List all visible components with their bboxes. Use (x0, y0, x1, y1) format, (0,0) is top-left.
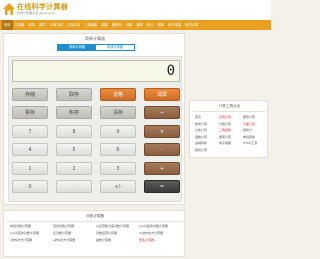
logarithm-panel: 对数计算器 常用对数计算器 自然对数计算器 以任意数为底对数计算器 以2为底的对数计算… (3, 210, 185, 257)
calculator-body: 0 存储 取存 退格 清屏累存 积存 清存 ÷ 7 8 9 × 4 5 6- 1 2 3 +0. +/- = (8, 56, 182, 202)
logarithm-link[interactable]: 对数运算计算器 (96, 231, 139, 235)
logarithm-link[interactable]: 10的N次方计算器 (139, 231, 182, 235)
nav-item[interactable]: 立体几何 (65, 20, 82, 30)
site-header: 在线科学计算器 科学计算器大全 jisuanqi.la (0, 0, 271, 20)
logarithm-link[interactable]: 指数计算器 (96, 238, 139, 242)
logarithm-link[interactable]: 自然对数计算器 (53, 224, 96, 228)
sidebar-link[interactable]: 图形计算 (243, 115, 267, 119)
sidebar-link[interactable]: HTML工具 (243, 141, 267, 145)
nav-item[interactable]: 首页 (2, 20, 13, 30)
logarithm-link[interactable]: 以2为底的对数计算器 (139, 224, 182, 228)
sidebar-link[interactable]: 平面几何 (243, 122, 267, 126)
sidebar-link[interactable]: 概率计算 (219, 135, 243, 139)
calculator-display: 0 (12, 60, 180, 82)
clear-memory-button[interactable]: 清存 (100, 106, 136, 119)
sidebar-link[interactable]: 数学计算 (195, 122, 219, 126)
more-calculators-link[interactable]: 更多计算器... (139, 238, 182, 242)
divide-button[interactable]: ÷ (144, 106, 180, 119)
sidebar-links: 首页 无限计算 图形计算数学计算 分数计算 平面几何立体几何 三角函数 微积分函数计算 概率计… (195, 115, 267, 152)
nav-item[interactable]: 平面几何 (48, 20, 65, 30)
equals-button[interactable]: = (144, 180, 180, 193)
sidebar-divider (193, 111, 266, 112)
digit-8-button[interactable]: 8 (56, 125, 92, 138)
backspace-button[interactable]: 退格 (100, 88, 136, 101)
logarithm-link[interactable]: 以任意数为底对数计算器 (96, 224, 139, 228)
sidebar-title: 计算工具大全 (218, 104, 241, 108)
digit-0-button[interactable]: 0 (12, 180, 48, 193)
nav-item[interactable]: 三角函数 (82, 20, 99, 30)
logarithm-links: 常用对数计算器 自然对数计算器 以任意数为底对数计算器 以2为底的对数计算器以e为底的… (10, 224, 182, 242)
sidebar-link[interactable]: 无限计算 (219, 115, 243, 119)
main-nav: 首页 计算器 科学 数学 平面几何 立体几何 三角函数 函数 微积分 分数 概率 统计 转换 电子电路 房贷… (0, 20, 271, 30)
decimal-button[interactable]: . (56, 180, 92, 193)
calculator-title: 简单计算器 (85, 36, 105, 41)
digit-9-button[interactable]: 9 (100, 125, 136, 138)
logarithm-divider (7, 221, 183, 222)
nav-item[interactable]: 电子电路 (166, 20, 183, 30)
tab-standard-calculator[interactable]: 普通计算器 (96, 45, 134, 50)
logarithm-link[interactable]: 反对数计算器 (53, 231, 96, 235)
multiply-button[interactable]: × (144, 125, 180, 138)
tab-simple-calculator[interactable]: 简单计算器 (58, 45, 96, 50)
digit-6-button[interactable]: 6 (100, 143, 136, 156)
digit-3-button[interactable]: 3 (100, 162, 136, 175)
nav-item[interactable]: 科学 (26, 20, 37, 30)
nav-item[interactable]: 转换 (156, 20, 167, 30)
nav-item[interactable]: 房贷计算 (183, 20, 200, 30)
add-button[interactable]: + (144, 162, 180, 175)
store-button[interactable]: 存储 (12, 88, 48, 101)
tools-sidebar: 计算工具大全 首页 无限计算 图形计算数学计算 分数计算 平面几何立体几何 三角函数 微积分… (189, 100, 268, 158)
nav-item[interactable]: 分数 (124, 20, 135, 30)
logarithm-title: 对数计算器 (86, 214, 104, 218)
sidebar-link[interactable]: 函数计算 (195, 135, 219, 139)
sidebar-link[interactable]: 单位转换 (243, 135, 267, 139)
sidebar-link[interactable]: 随机计算 (195, 148, 219, 152)
site-subtitle: 科学计算器大全 jisuanqi.la (17, 11, 55, 15)
calculator-mode-tabs: 简单计算器 普通计算器 (57, 44, 135, 51)
digit-1-button[interactable]: 1 (12, 162, 48, 175)
logarithm-link[interactable]: 以e为底的对数计算器 (10, 231, 53, 235)
sidebar-link[interactable]: 首页 (195, 115, 219, 119)
clear-button[interactable]: 清屏 (144, 88, 180, 101)
recall-button[interactable]: 取存 (56, 88, 92, 101)
nav-item[interactable]: 计算器 (13, 20, 27, 30)
nav-item[interactable]: 概率 (134, 20, 145, 30)
sidebar-link[interactable]: 电子电路 (219, 141, 243, 145)
sidebar-link[interactable]: 立体几何 (195, 128, 219, 132)
sidebar-link[interactable]: 分数计算 (219, 122, 243, 126)
sidebar-link[interactable]: 微积分 (243, 128, 267, 132)
logarithm-link[interactable]: 常用对数计算器 (10, 224, 53, 228)
digit-4-button[interactable]: 4 (12, 143, 48, 156)
subtract-button[interactable]: - (144, 143, 180, 156)
multiply-store-button[interactable]: 积存 (56, 106, 92, 119)
logarithm-link[interactable]: e的N次方计算器 (53, 238, 96, 242)
nav-item[interactable]: 微积分 (110, 20, 124, 30)
nav-item[interactable]: 函数 (99, 20, 110, 30)
nav-item[interactable]: 统计 (145, 20, 156, 30)
logarithm-link[interactable]: 2的N次方计算器 (10, 238, 53, 242)
sidebar-link[interactable]: 三角函数 (219, 128, 243, 132)
display-value: 0 (166, 63, 175, 79)
calculator-panel: 简单计算器 简单计算器 普通计算器 0 存储 取存 退格 清屏累存 积存 清存 ÷ 7 8 9 × 4… (3, 33, 185, 205)
logo-house-icon[interactable] (2, 2, 16, 16)
accumulate-button[interactable]: 累存 (12, 106, 48, 119)
negate-button[interactable]: +/- (100, 180, 136, 193)
digit-2-button[interactable]: 2 (56, 162, 92, 175)
sidebar-link[interactable]: 进制转换 (195, 141, 219, 145)
nav-item[interactable]: 数学 (37, 20, 48, 30)
digit-7-button[interactable]: 7 (12, 125, 48, 138)
digit-5-button[interactable]: 5 (56, 143, 92, 156)
